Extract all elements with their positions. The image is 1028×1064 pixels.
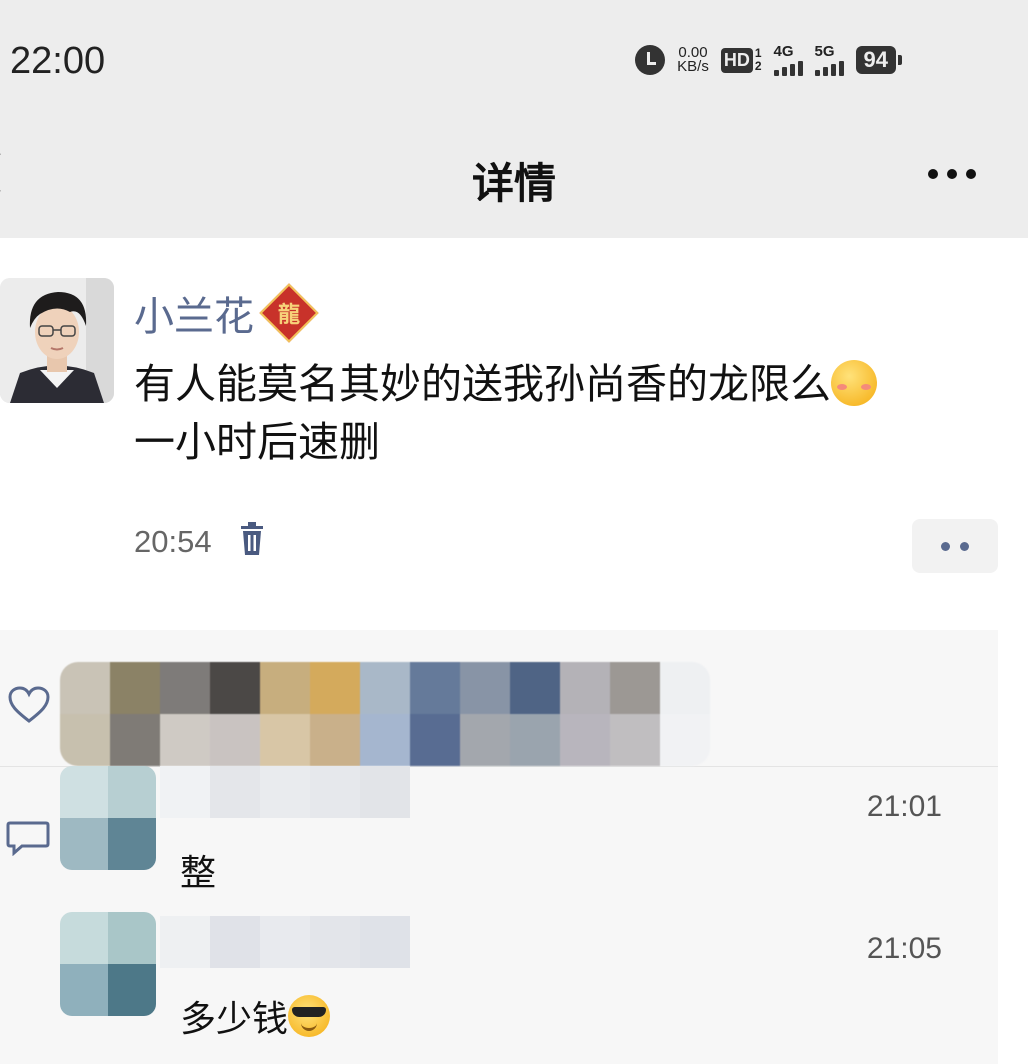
status-bar: 22:00 0.00 KB/s HD 1 2 4G 5G 94	[0, 0, 1028, 124]
signal-bars	[814, 61, 844, 76]
comment-text: 整	[180, 853, 217, 894]
battery-icon: 94	[855, 46, 903, 74]
comment-time: 21:01	[866, 790, 942, 823]
author-avatar[interactable]	[0, 278, 114, 403]
shy-emoji-icon	[831, 360, 877, 406]
signal-5g-icon: 5G	[814, 43, 844, 76]
commenter-avatar-blurred[interactable]	[60, 766, 156, 870]
dragon-badge-char: 龍	[277, 302, 301, 328]
signal-4g-label: 4G	[773, 43, 794, 60]
alarm-icon	[635, 45, 666, 75]
heart-icon	[8, 686, 50, 723]
post-text-line1: 有人能莫名其妙的送我孙尚香的龙限么	[134, 360, 831, 408]
sunglasses-emoji-icon	[288, 995, 331, 1037]
dragon-badge-icon: 龍	[259, 283, 319, 343]
signal-bars	[773, 61, 803, 76]
network-speed-unit: KB/s	[677, 58, 709, 75]
hd-voice-icon: HD 1 2	[720, 47, 762, 73]
comment-time: 21:05	[866, 932, 942, 965]
comment-text: 多少钱	[180, 990, 331, 1042]
interactions-panel: 21:01 整 21:05 多少钱	[0, 630, 998, 1064]
commenter-name-blurred[interactable]	[160, 766, 410, 818]
commenter-name-blurred[interactable]	[160, 916, 410, 968]
author-name[interactable]: 小兰花	[134, 284, 254, 342]
like-comment-button[interactable]	[912, 519, 998, 573]
more-options-icon[interactable]	[928, 169, 976, 179]
status-time: 22:00	[10, 40, 106, 82]
likes-row	[0, 630, 998, 767]
post-text-line: 有人能莫名其妙的送我孙尚香的龙限么	[134, 355, 994, 413]
post-content: 有人能莫名其妙的送我孙尚香的龙限么 一小时后速删	[134, 355, 994, 471]
page-title: 详情	[471, 159, 556, 208]
hd-sub-bottom: 2	[754, 59, 762, 73]
post-text-line: 一小时后速删	[134, 418, 380, 466]
comment-icon	[6, 821, 50, 856]
hd-label: HD	[720, 47, 753, 73]
post-author[interactable]: 小兰花 龍	[134, 283, 319, 343]
nav-bar: 详情	[0, 124, 1028, 238]
hd-sim-indicator: 1 2	[755, 47, 762, 73]
network-speed: 0.00 KB/s	[677, 45, 709, 75]
comment-text-content: 多少钱	[180, 999, 289, 1040]
commenter-avatar-blurred[interactable]	[60, 912, 156, 1016]
status-icons: 0.00 KB/s HD 1 2 4G 5G 94	[635, 43, 903, 76]
liker-avatars-blurred[interactable]	[60, 662, 710, 766]
post-time: 20:54	[134, 524, 212, 559]
battery-level: 94	[863, 47, 888, 72]
signal-5g-label: 5G	[814, 43, 835, 60]
trash-icon[interactable]	[240, 522, 264, 556]
signal-4g-icon: 4G	[773, 43, 803, 76]
